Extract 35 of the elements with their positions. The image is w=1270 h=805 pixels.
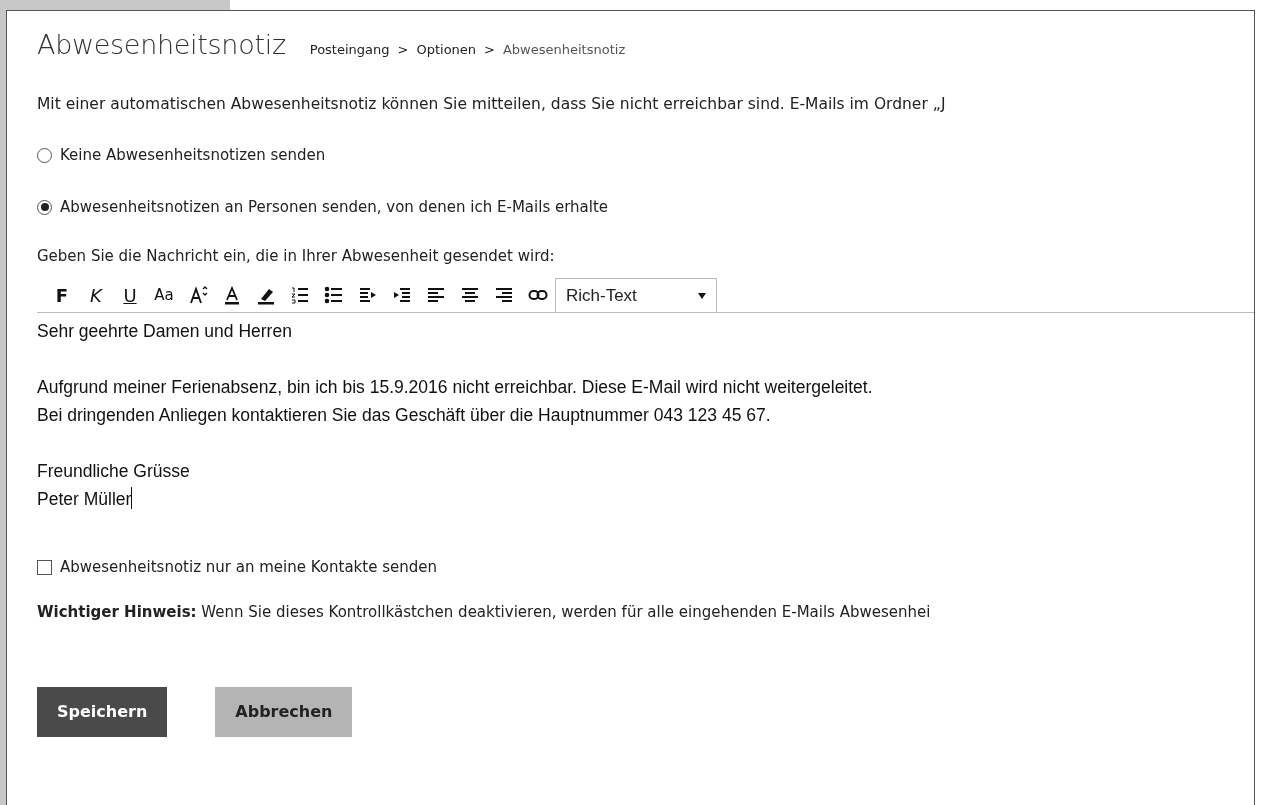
breadcrumb-separator: > [397, 41, 409, 59]
save-button[interactable]: Speichern [37, 687, 168, 737]
message-line: Sehr geehrte Damen und Herren [37, 321, 292, 341]
intro-text: Mit einer automatischen Abwesenheitsnotiz können Sie mitteilen, dass Sie nicht erreichbar sind. E-Mails im Ordner „J [37, 94, 947, 115]
font-button[interactable]: Aa [147, 280, 181, 310]
message-line: Aufgrund meiner Ferienabsenz, bin ich bis 15.9.2016 nicht erreichbar. Diese E-Mail wird nicht weitergeleitet. [37, 377, 873, 397]
message-line: Peter Müller [37, 489, 132, 509]
message-line: Bei dringenden Anliegen kontaktieren Sie das Geschäft über die Hauptnummer 043 123 45 67. [37, 405, 771, 425]
note-text: Wichtiger Hinweis: Wenn Sie dieses Kontrollkästchen deaktivieren, werden für alle eingehenden E-Mails Abwesenhei [37, 602, 932, 623]
italic-button[interactable]: K [79, 280, 113, 310]
message-line: Freundliche Grüsse [37, 461, 190, 481]
breadcrumb-link[interactable]: Posteingang [309, 40, 390, 60]
radio-label[interactable]: Keine Abwesenheitsnotizen senden [60, 143, 326, 167]
prompt-text: Geben Sie die Nachricht ein, die in Ihrer Abwesenheit gesendet wird: [37, 246, 556, 267]
breadcrumb-separator: > [484, 41, 495, 59]
numbered-list-icon[interactable] [290, 285, 310, 305]
underline-button[interactable]: U [113, 280, 147, 310]
checkbox-label[interactable]: Abwesenheitsnotiz nur an meine Kontakte senden [60, 555, 437, 579]
bullet-list-icon[interactable] [324, 285, 344, 305]
page-title: Abwesenheitsnotiz [37, 28, 286, 62]
font-size-icon[interactable] [188, 285, 208, 305]
indent-icon[interactable] [392, 285, 412, 305]
radio-label[interactable]: Abwesenheitsnotizen an Personen senden, von denen ich E-Mails erhalte [60, 195, 609, 219]
font-color-icon[interactable] [222, 285, 242, 305]
cancel-button[interactable]: Abbrechen [215, 687, 353, 737]
dropdown-caret-icon [698, 293, 706, 300]
align-right-icon[interactable] [494, 285, 514, 305]
align-left-icon[interactable] [426, 285, 446, 305]
outdent-icon[interactable] [358, 285, 378, 305]
breadcrumb-link[interactable]: Optionen [416, 40, 477, 60]
align-center-icon[interactable] [460, 285, 480, 305]
text-cursor [131, 487, 133, 509]
bold-button[interactable]: F [45, 280, 79, 310]
checkbox[interactable] [37, 559, 52, 575]
format-select[interactable]: Rich-Text [555, 278, 717, 312]
